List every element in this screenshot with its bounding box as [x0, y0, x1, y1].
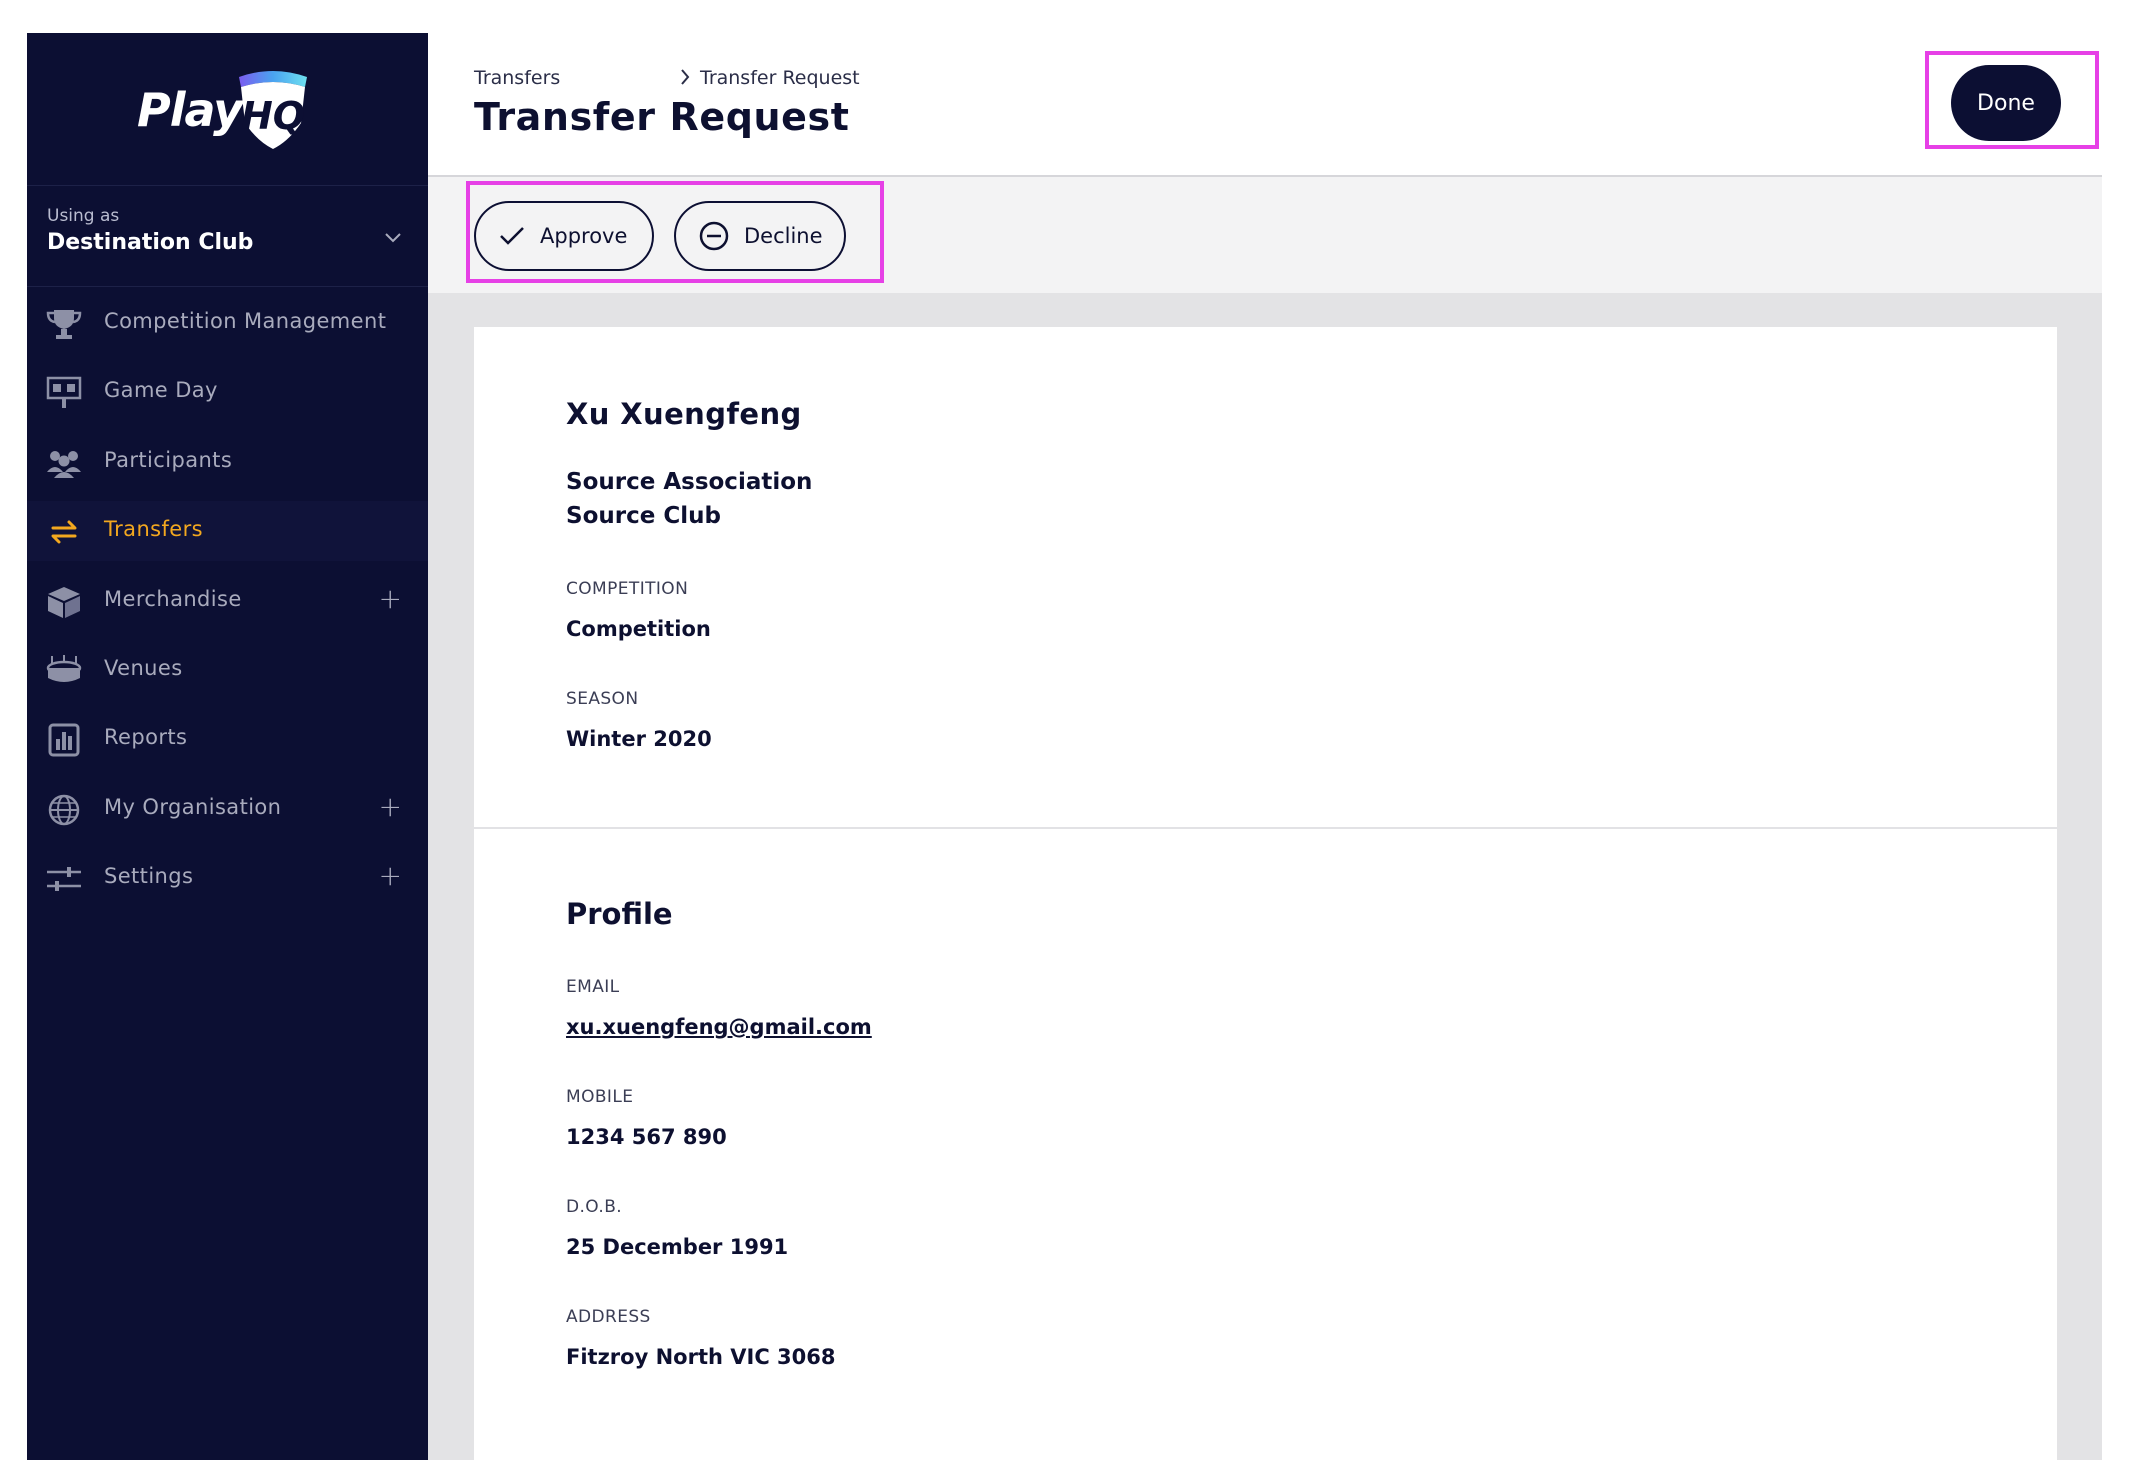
breadcrumb-current: Transfer Request [700, 67, 860, 89]
stadium-icon [46, 654, 82, 682]
approve-button[interactable]: Approve [474, 201, 654, 271]
sidebar-item-label: Reports [104, 725, 188, 750]
page-title: Transfer Request [474, 95, 850, 139]
transfer-summary-section: Xu Xuengfeng Source Association Source C… [474, 327, 2057, 829]
mobile-label: MOBILE [566, 1087, 634, 1107]
address-label: ADDRESS [566, 1307, 651, 1327]
season-value: Winter 2020 [566, 727, 712, 751]
mobile-value: 1234 567 890 [566, 1125, 727, 1149]
sidebar-item-my-organisation[interactable]: My Organisation + [27, 779, 428, 839]
logo-text: Play [137, 83, 243, 137]
logo-mark: HQ [241, 94, 305, 138]
sidebar-item-label: Game Day [104, 378, 218, 403]
breadcrumb-link-transfers[interactable]: Transfers [474, 67, 560, 89]
sidebar-item-label: My Organisation [104, 794, 282, 819]
sidebar-item-label: Venues [104, 655, 183, 680]
main-content: Transfers Transfer Request Transfer Requ… [428, 33, 2102, 1460]
app-window: Play HQ Using as Destination Club Compet… [27, 33, 2102, 1460]
trophy-icon [46, 310, 82, 339]
season-label: SEASON [566, 689, 639, 709]
sidebar-item-settings[interactable]: Settings + [27, 848, 428, 908]
scoreboard-icon [46, 377, 82, 409]
using-as-selector[interactable]: Using as Destination Club [27, 186, 428, 287]
sidebar-item-label: Merchandise [104, 586, 242, 611]
decline-button[interactable]: Decline [674, 201, 846, 271]
sidebar-nav: Competition Management Game Day Particip… [27, 287, 428, 908]
email-link[interactable]: xu.xuengfeng@gmail.com [566, 1015, 872, 1039]
dob-label: D.O.B. [566, 1197, 623, 1217]
competition-label: COMPETITION [566, 579, 689, 599]
globe-icon [48, 794, 80, 825]
sidebar-item-label: Transfers [104, 517, 203, 542]
email-label: EMAIL [566, 977, 620, 997]
expand-plus-icon[interactable]: + [379, 584, 402, 613]
sidebar-item-label: Settings [104, 864, 194, 889]
sidebar: Play HQ Using as Destination Club Compet… [27, 33, 428, 1460]
using-as-value: Destination Club [47, 230, 254, 255]
playhq-logo[interactable]: Play HQ [137, 67, 337, 151]
logo-area: Play HQ [27, 33, 428, 186]
checkmark-icon [498, 225, 526, 247]
chevron-right-icon [681, 69, 690, 85]
sidebar-item-transfers[interactable]: Transfers [27, 501, 428, 562]
dob-value: 25 December 1991 [566, 1235, 789, 1259]
expand-plus-icon[interactable]: + [379, 792, 402, 821]
address-value: Fitzroy North VIC 3068 [566, 1345, 836, 1369]
profile-section: Profile EMAIL xu.xuengfeng@gmail.com MOB… [474, 829, 2057, 1449]
decline-label: Decline [744, 224, 823, 248]
logo-shield-icon: HQ [239, 71, 307, 149]
page-header: Transfers Transfer Request Transfer Requ… [428, 33, 2102, 177]
sliders-icon [47, 867, 81, 892]
expand-plus-icon[interactable]: + [379, 862, 402, 890]
profile-title: Profile [566, 897, 673, 931]
sidebar-item-label: Participants [104, 447, 233, 472]
sidebar-item-merchandise[interactable]: Merchandise + [27, 571, 428, 631]
minus-circle-icon [698, 220, 730, 252]
using-as-label: Using as [47, 206, 120, 226]
source-club: Source Club [566, 503, 721, 529]
sidebar-item-label: Competition Management [104, 309, 387, 333]
source-association: Source Association [566, 469, 813, 495]
sidebar-item-venues[interactable]: Venues [27, 640, 428, 700]
participant-name: Xu Xuengfeng [566, 397, 802, 431]
competition-value: Competition [566, 617, 711, 641]
chevron-down-icon [385, 233, 401, 243]
sidebar-item-participants[interactable]: Participants [27, 432, 428, 492]
report-icon [48, 723, 80, 757]
transfer-details-card: Xu Xuengfeng Source Association Source C… [474, 327, 2057, 1460]
sidebar-item-competition-management[interactable]: Competition Management [27, 293, 428, 353]
people-icon [47, 450, 81, 478]
box-icon [48, 586, 80, 618]
approve-label: Approve [540, 224, 628, 248]
done-button[interactable]: Done [1951, 65, 2061, 141]
sidebar-item-game-day[interactable]: Game Day [27, 362, 428, 422]
sidebar-item-reports[interactable]: Reports [27, 709, 428, 769]
transfer-arrows-icon [51, 520, 77, 544]
